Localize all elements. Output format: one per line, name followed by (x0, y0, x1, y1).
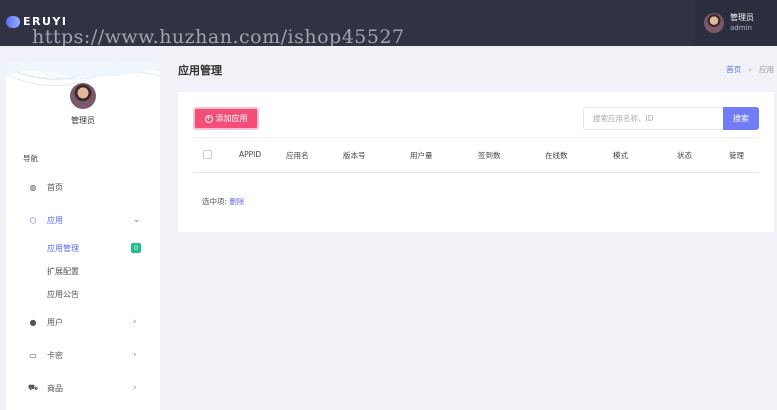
delete-selected-link[interactable]: 删除 (229, 197, 244, 206)
sidebar-item-label: 用户 (47, 317, 63, 327)
table-header: APPID 应用名 版本号 用户量 签到数 在线数 模式 状态 管理 (193, 137, 759, 173)
nav-heading: 导航 (23, 154, 38, 163)
column-header-status[interactable]: 状态 (677, 150, 692, 161)
breadcrumb-current: 应用 (759, 65, 774, 74)
sidebar-item-label: 卡密 (47, 350, 63, 360)
sidebar-profile-name: 管理员 (71, 116, 95, 125)
box-icon: ⬡ (29, 215, 37, 225)
column-header-online-count[interactable]: 在线数 (545, 150, 568, 161)
avatar (704, 13, 724, 33)
app-count-badge: 0 (131, 243, 141, 253)
app-management-card: + 添加应用 搜索 APPID 应用名 版本号 用户量 签到数 在线数 模式 状… (178, 92, 774, 232)
sidebar: 管理员 导航 ◍ 首页 ⬡ 应用 ⌄ 应用管理 扩展配置 应用公告 ● 用户 ›… (6, 62, 160, 410)
sidebar-subitem-app-announcement[interactable]: 应用公告 (47, 289, 79, 300)
card-icon: ▭ (29, 350, 37, 360)
sidebar-item-cards[interactable]: ▭ 卡密 › (6, 346, 160, 364)
sidebar-item-label: 商品 (47, 383, 63, 393)
user-icon: ● (29, 317, 37, 327)
chevron-right-icon: › (133, 317, 137, 327)
column-header-mode[interactable]: 模式 (613, 150, 628, 161)
sidebar-item-label: 应用 (47, 215, 63, 225)
chevron-right-icon: › (133, 350, 137, 360)
watermark-text: https://www.huzhan.com/ishop45527 (32, 26, 405, 48)
search-input[interactable] (583, 107, 724, 130)
breadcrumb: 首页 › 应用 (726, 64, 774, 75)
cart-icon: ⛟ (28, 383, 39, 392)
selection-label: 选中项: (202, 197, 228, 206)
page-title: 应用管理 (178, 64, 222, 77)
sidebar-item-goods[interactable]: ⛟ 商品 › (6, 379, 160, 397)
sidebar-item-users[interactable]: ● 用户 › (6, 313, 160, 331)
column-header-version[interactable]: 版本号 (343, 150, 366, 161)
breadcrumb-home-link[interactable]: 首页 (726, 65, 741, 74)
add-app-label: 添加应用 (215, 114, 248, 123)
chevron-right-icon: › (133, 383, 137, 393)
home-icon: ◍ (29, 182, 37, 192)
select-all-checkbox[interactable] (203, 150, 212, 159)
plus-circle-icon: + (204, 114, 213, 123)
user-menu[interactable]: 管理员 admin (695, 0, 777, 46)
logo-mark-icon (6, 15, 20, 28)
top-bar: ERUYI https://www.huzhan.com/ishop45527 … (0, 0, 777, 48)
sidebar-item-apps[interactable]: ⬡ 应用 ⌄ (6, 211, 160, 229)
column-header-user-count[interactable]: 用户量 (410, 150, 433, 161)
chevron-down-icon: ⌄ (133, 215, 141, 225)
selection-actions: 选中项: 删除 (202, 196, 244, 207)
sidebar-item-label: 首页 (47, 182, 63, 192)
sidebar-avatar[interactable] (70, 83, 96, 109)
sidebar-subitem-extension-config[interactable]: 扩展配置 (47, 266, 79, 277)
breadcrumb-separator: › (748, 65, 752, 74)
sidebar-subitem-app-management[interactable]: 应用管理 (47, 243, 79, 254)
column-header-app-name[interactable]: 应用名 (286, 150, 309, 161)
user-name: 管理员 (730, 13, 754, 22)
search-button[interactable]: 搜索 (723, 107, 759, 130)
add-app-button[interactable]: + 添加应用 (193, 107, 259, 130)
user-role: admin (730, 24, 752, 32)
column-header-checkin-count[interactable]: 签到数 (478, 150, 501, 161)
column-header-manage[interactable]: 管理 (729, 150, 744, 161)
column-header-appid[interactable]: APPID (239, 150, 261, 159)
sidebar-item-home[interactable]: ◍ 首页 (6, 178, 160, 196)
